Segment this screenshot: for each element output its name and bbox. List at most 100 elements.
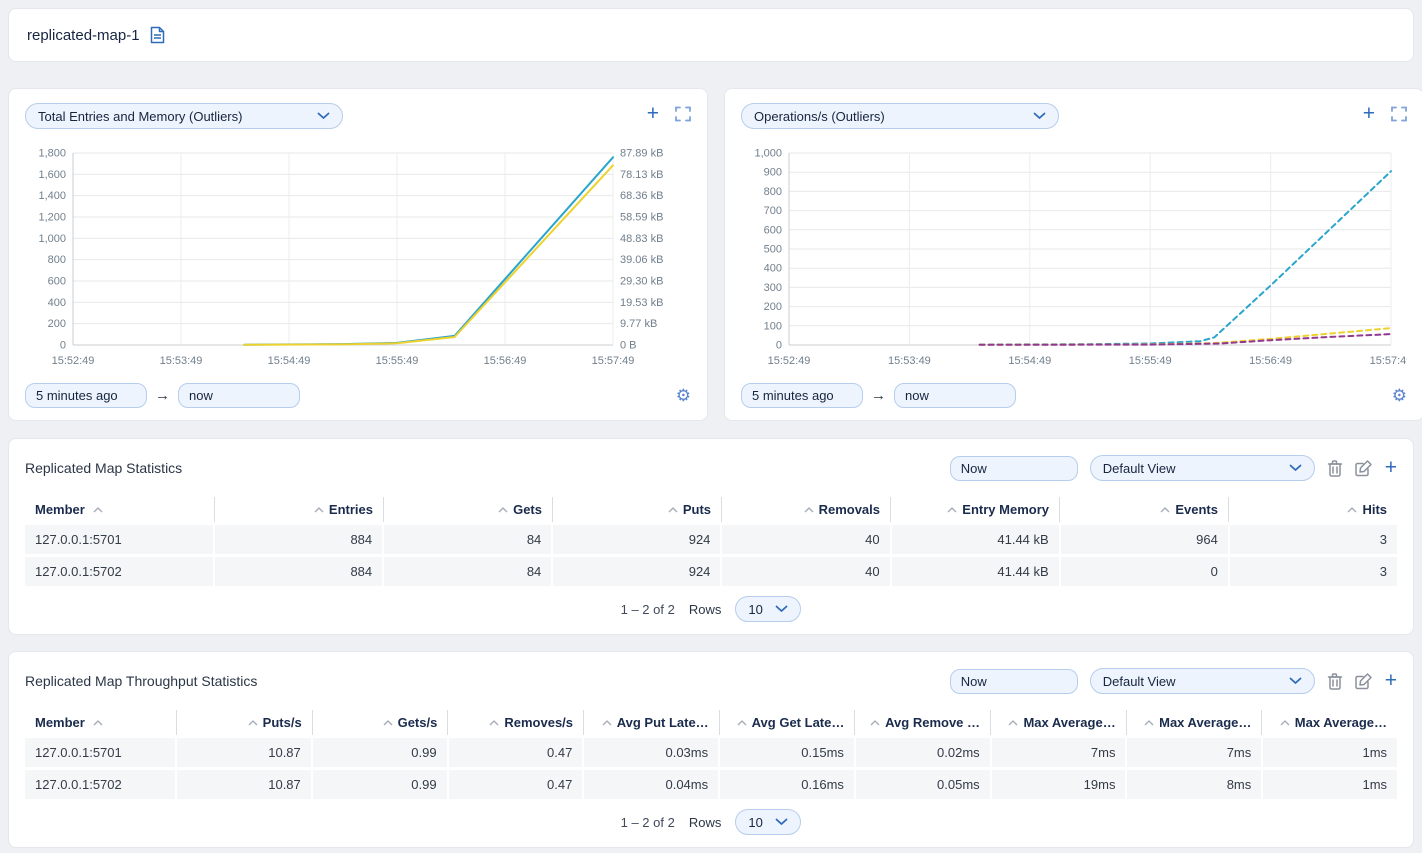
column-header-avg-get-late[interactable]: Avg Get Late…: [720, 710, 856, 735]
time-from-input[interactable]: [25, 383, 147, 408]
add-table-icon[interactable]: +: [1385, 459, 1397, 477]
column-header-member[interactable]: Member: [25, 497, 215, 522]
arrow-right-icon: →: [871, 387, 886, 404]
chevron-down-icon: [775, 605, 788, 613]
ops-series-1-series-line: [980, 171, 1391, 344]
rows-per-page-select[interactable]: 10: [735, 596, 801, 622]
member-cell: 127.0.0.1:5701: [25, 525, 215, 554]
svg-text:300: 300: [764, 282, 782, 294]
svg-text:15:52:49: 15:52:49: [768, 355, 811, 367]
view-select[interactable]: Default View: [1090, 668, 1315, 694]
value-cell: 964: [1061, 525, 1230, 554]
value-cell: 0.99: [313, 770, 449, 799]
value-cell: 10.87: [177, 738, 313, 767]
time-to-input[interactable]: [894, 383, 1016, 408]
column-header-label: Entry Memory: [962, 502, 1049, 517]
column-header-avg-put-late[interactable]: Avg Put Late…: [584, 710, 720, 735]
chart-settings-gear-icon[interactable]: ⚙: [1392, 387, 1407, 404]
table-time-input[interactable]: [950, 669, 1078, 694]
sort-caret-icon: [668, 507, 678, 513]
sort-caret-icon: [248, 720, 258, 726]
column-header-entries[interactable]: Entries: [215, 497, 384, 522]
column-header-puts-s[interactable]: Puts/s: [177, 710, 313, 735]
value-cell: 0.02ms: [856, 738, 992, 767]
column-header-avg-remove[interactable]: Avg Remove …: [855, 710, 991, 735]
document-icon[interactable]: [150, 26, 165, 44]
entries-memory-chart[interactable]: 1,80087.89 kB1,60078.13 kB1,40068.36 kB1…: [25, 143, 691, 371]
svg-text:29.30 kB: 29.30 kB: [620, 276, 663, 288]
value-cell: 40: [722, 525, 891, 554]
operations-chart[interactable]: 1,000900800700600500400300200100015:52:4…: [741, 143, 1407, 371]
svg-text:1,400: 1,400: [38, 190, 66, 202]
svg-text:0: 0: [60, 340, 66, 352]
member-cell: 127.0.0.1:5702: [25, 557, 215, 586]
column-header-gets-s[interactable]: Gets/s: [313, 710, 449, 735]
chevron-down-icon: [317, 112, 330, 120]
chart-metric-select[interactable]: Total Entries and Memory (Outliers): [25, 103, 343, 129]
svg-text:15:55:49: 15:55:49: [376, 355, 419, 367]
chart-metric-select-value: Operations/s (Outliers): [754, 109, 885, 124]
value-cell: 0.05ms: [856, 770, 992, 799]
fullscreen-icon[interactable]: [1391, 106, 1407, 122]
column-header-max-average[interactable]: Max Average…: [1262, 710, 1397, 735]
column-header-label: Avg Get Late…: [752, 715, 845, 730]
column-header-puts[interactable]: Puts: [553, 497, 722, 522]
operations-chart-card: Operations/s (Outliers) + 1,000900800700…: [724, 88, 1422, 421]
table-time-input[interactable]: [950, 456, 1078, 481]
column-header-removes-s[interactable]: Removes/s: [448, 710, 584, 735]
delete-view-icon[interactable]: [1327, 459, 1343, 477]
column-header-label: Avg Put Late…: [617, 715, 709, 730]
value-cell: 924: [553, 557, 722, 586]
svg-text:1,000: 1,000: [38, 233, 66, 245]
sort-caret-icon: [1280, 720, 1290, 726]
table-row[interactable]: 127.0.0.1:570210.870.990.470.04ms0.16ms0…: [25, 770, 1397, 799]
column-header-gets[interactable]: Gets: [384, 497, 553, 522]
svg-text:58.59 kB: 58.59 kB: [620, 212, 663, 224]
chart-metric-select[interactable]: Operations/s (Outliers): [741, 103, 1059, 129]
sort-caret-icon: [947, 507, 957, 513]
column-header-label: Max Average…: [1159, 715, 1251, 730]
table-row[interactable]: 127.0.0.1:5701884849244041.44 kB9643: [25, 525, 1397, 554]
column-header-removals[interactable]: Removals: [722, 497, 891, 522]
svg-text:200: 200: [48, 318, 66, 330]
column-header-max-average[interactable]: Max Average…: [991, 710, 1127, 735]
add-chart-icon[interactable]: +: [647, 105, 659, 123]
svg-text:15:56:49: 15:56:49: [484, 355, 527, 367]
rows-per-page-select[interactable]: 10: [735, 809, 801, 835]
column-header-member[interactable]: Member: [25, 710, 177, 735]
edit-view-icon[interactable]: [1355, 672, 1373, 690]
edit-view-icon[interactable]: [1355, 459, 1373, 477]
svg-text:400: 400: [764, 263, 782, 275]
value-cell: 7ms: [992, 738, 1128, 767]
ops-series-3-series-line: [980, 334, 1391, 345]
time-from-input[interactable]: [741, 383, 863, 408]
column-header-label: Puts/s: [263, 715, 302, 730]
delete-view-icon[interactable]: [1327, 672, 1343, 690]
column-header-entry-memory[interactable]: Entry Memory: [891, 497, 1060, 522]
svg-text:15:55:49: 15:55:49: [1129, 355, 1172, 367]
sort-caret-icon: [804, 507, 814, 513]
column-header-hits[interactable]: Hits: [1229, 497, 1397, 522]
value-cell: 84: [384, 557, 553, 586]
column-header-label: Gets/s: [398, 715, 438, 730]
time-to-input[interactable]: [178, 383, 300, 408]
column-header-label: Events: [1175, 502, 1218, 517]
fullscreen-icon[interactable]: [675, 106, 691, 122]
throughput-statistics-table: Member Puts/s Gets/s Removes/s Avg Put Late……: [25, 710, 1397, 799]
table-row[interactable]: 127.0.0.1:5702884849244041.44 kB03: [25, 557, 1397, 586]
view-select-value: Default View: [1103, 674, 1176, 689]
sort-caret-icon: [93, 507, 103, 513]
sort-caret-icon: [489, 720, 499, 726]
view-select[interactable]: Default View: [1090, 455, 1315, 481]
chart-settings-gear-icon[interactable]: ⚙: [676, 387, 691, 404]
value-cell: 0.47: [449, 738, 585, 767]
svg-text:15:57:49: 15:57:49: [1370, 355, 1407, 367]
svg-text:900: 900: [764, 167, 782, 179]
add-table-icon[interactable]: +: [1385, 672, 1397, 690]
add-chart-icon[interactable]: +: [1363, 105, 1375, 123]
column-header-events[interactable]: Events: [1060, 497, 1229, 522]
charts-row: Total Entries and Memory (Outliers) + 1,…: [8, 88, 1414, 421]
svg-text:400: 400: [48, 297, 66, 309]
table-row[interactable]: 127.0.0.1:570110.870.990.470.03ms0.15ms0…: [25, 738, 1397, 767]
column-header-max-average[interactable]: Max Average…: [1127, 710, 1263, 735]
